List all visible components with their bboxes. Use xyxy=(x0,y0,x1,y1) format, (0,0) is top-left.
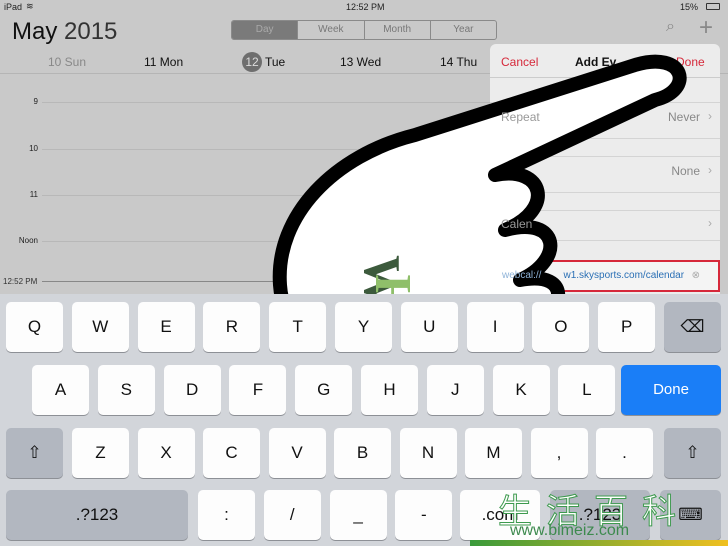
key-q[interactable]: Q xyxy=(6,302,63,352)
key-comma[interactable]: , xyxy=(530,428,588,478)
key-b[interactable]: B xyxy=(334,428,391,478)
key-s[interactable]: S xyxy=(97,365,155,415)
calendar-header: May 2015 Day Week Month Year ⌕ + xyxy=(0,14,728,48)
key-symbol[interactable]: - xyxy=(395,490,453,540)
key-e[interactable]: E xyxy=(137,302,195,352)
key-m[interactable]: M xyxy=(465,428,522,478)
tab-day[interactable]: Day xyxy=(232,21,298,39)
key-c[interactable]: C xyxy=(203,428,260,478)
page-title: May 2015 xyxy=(12,18,117,46)
key-t[interactable]: T xyxy=(269,302,327,352)
hour-label: 11 xyxy=(29,190,38,199)
calendar-label: Calen xyxy=(501,217,533,231)
day-mon[interactable]: 11 Mon xyxy=(144,55,183,69)
chevron-right-icon: › xyxy=(708,163,712,177)
key-j[interactable]: J xyxy=(426,365,484,415)
tab-year[interactable]: Year xyxy=(429,21,496,39)
hour-label: Noon xyxy=(18,236,38,245)
device-name: iPad xyxy=(4,2,23,12)
repeat-label: Repeat xyxy=(501,110,540,124)
tab-week[interactable]: Week xyxy=(297,21,363,39)
battery-percent: 15% xyxy=(680,2,699,12)
key-d[interactable]: D xyxy=(163,365,221,415)
year-label: 2015 xyxy=(64,18,118,45)
view-segmented-control: Day Week Month Year xyxy=(231,20,497,40)
search-icon[interactable]: ⌕ xyxy=(666,18,675,36)
backspace-key[interactable]: ⌫ xyxy=(664,302,721,352)
key-f[interactable]: F xyxy=(229,365,287,415)
status-bar: iPad ≋ 12:52 PM 15% xyxy=(0,0,728,14)
hour-label: 10 xyxy=(29,144,38,153)
key-symbol[interactable]: _ xyxy=(329,490,387,540)
keyboard-done-button[interactable]: Done xyxy=(621,365,721,415)
current-time-label: 12:52 PM xyxy=(3,277,38,286)
key-h[interactable]: H xyxy=(361,365,418,415)
wifi-icon: ≋ xyxy=(26,1,34,11)
clock: 12:52 PM xyxy=(346,2,385,12)
key-y[interactable]: Y xyxy=(335,302,392,352)
key-x[interactable]: X xyxy=(137,428,195,478)
url-prefix: webcal:// xyxy=(502,270,542,281)
key-p[interactable]: P xyxy=(598,302,656,352)
key-k[interactable]: K xyxy=(492,365,550,415)
key-symbol[interactable]: / xyxy=(263,490,321,540)
key-period[interactable]: . xyxy=(596,428,653,478)
key-a[interactable]: A xyxy=(32,365,89,415)
battery-icon xyxy=(706,3,720,10)
key-w[interactable]: W xyxy=(71,302,129,352)
shift-key-right[interactable]: ⇧ xyxy=(664,428,721,478)
add-event-icon[interactable]: + xyxy=(699,14,713,42)
key-n[interactable]: N xyxy=(399,428,457,478)
numbers-key[interactable]: .?123 xyxy=(6,490,188,540)
tab-month[interactable]: Month xyxy=(363,21,430,39)
month-label: May xyxy=(12,18,58,45)
shift-key-left[interactable]: ⇧ xyxy=(6,428,63,478)
key-v[interactable]: V xyxy=(268,428,326,478)
key-g[interactable]: G xyxy=(295,365,353,415)
watermark-logo: 生活百科 www.bimeiz.com xyxy=(470,484,728,546)
chevron-right-icon: › xyxy=(708,109,712,123)
key-u[interactable]: U xyxy=(400,302,458,352)
chevron-right-icon: › xyxy=(708,216,712,230)
day-sun[interactable]: 10 Sun xyxy=(48,55,86,69)
key-l[interactable]: L xyxy=(558,365,616,415)
key-symbol[interactable]: : xyxy=(198,490,255,540)
key-z[interactable]: Z xyxy=(72,428,129,478)
hour-label: 9 xyxy=(33,97,38,106)
key-r[interactable]: R xyxy=(203,302,261,352)
key-o[interactable]: O xyxy=(532,302,590,352)
key-i[interactable]: I xyxy=(466,302,524,352)
